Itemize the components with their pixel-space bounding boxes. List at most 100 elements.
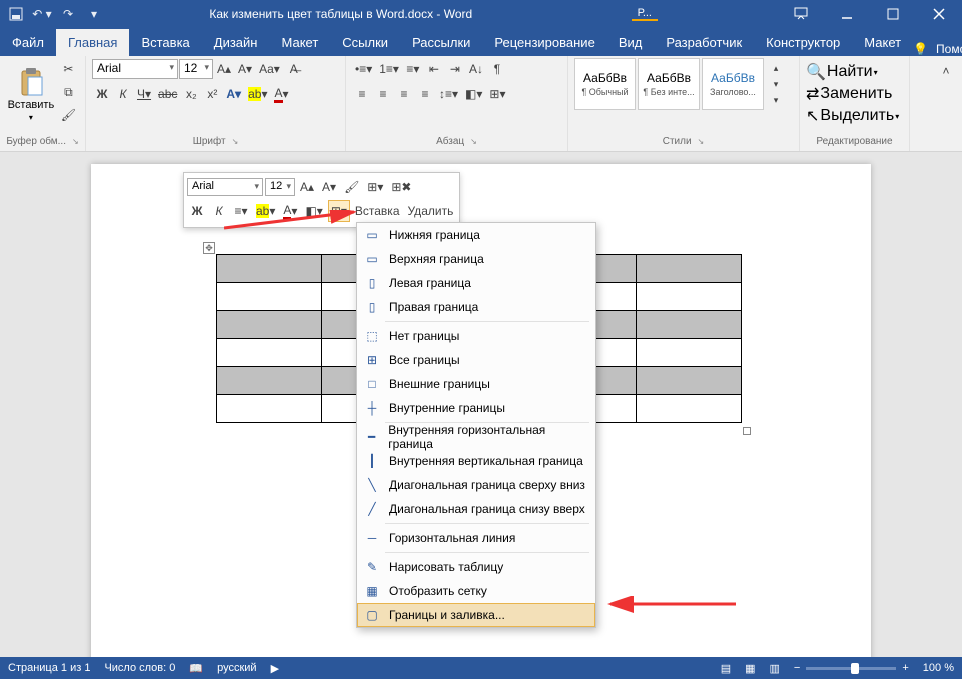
mini-grow-font-icon[interactable]: A▴ xyxy=(297,176,317,198)
show-marks-icon[interactable]: ¶ xyxy=(487,58,507,80)
close-icon[interactable] xyxy=(916,0,962,28)
tell-me-icon[interactable]: 💡 xyxy=(913,42,928,56)
highlight-icon[interactable]: ab▾ xyxy=(245,83,270,105)
view-read-icon[interactable]: ▤ xyxy=(721,662,731,675)
zoom-out-icon[interactable]: − xyxy=(794,662,800,674)
menu-inside-vertical[interactable]: ┃Внутренняя вертикальная граница xyxy=(357,449,595,473)
copy-icon[interactable]: ⧉ xyxy=(58,81,79,103)
bullets-icon[interactable]: •≡▾ xyxy=(352,58,375,80)
mini-bold[interactable]: Ж xyxy=(187,200,207,222)
tab-references[interactable]: Ссылки xyxy=(330,29,400,56)
tab-home[interactable]: Главная xyxy=(56,29,129,56)
font-launcher-icon[interactable]: ↘ xyxy=(232,137,239,146)
mini-table-delete-icon[interactable]: ⊞✖ xyxy=(388,176,414,198)
menu-top-border[interactable]: ▭Верхняя граница xyxy=(357,247,595,271)
mini-format-painter-icon[interactable]: 🖌 xyxy=(341,176,362,198)
menu-horizontal-line[interactable]: ─Горизонтальная линия xyxy=(357,526,595,550)
view-print-icon[interactable]: ▦ xyxy=(745,662,755,675)
styles-up-icon[interactable]: ▴ xyxy=(766,60,786,76)
multilevel-icon[interactable]: ≡▾ xyxy=(403,58,423,80)
view-web-icon[interactable]: ▥ xyxy=(770,662,780,675)
maximize-icon[interactable] xyxy=(870,0,916,28)
tab-table-layout[interactable]: Макет xyxy=(852,29,913,56)
tab-mailings[interactable]: Рассылки xyxy=(400,29,482,56)
macro-icon[interactable]: ▶ xyxy=(271,662,279,675)
align-right-icon[interactable]: ≡ xyxy=(394,83,414,105)
select-button[interactable]: ↖ Выделить ▾ xyxy=(806,106,903,126)
format-painter-icon[interactable]: 🖌 xyxy=(58,104,79,126)
menu-bottom-border[interactable]: ▭Нижняя граница xyxy=(357,223,595,247)
tab-developer[interactable]: Разработчик xyxy=(654,29,754,56)
numbering-icon[interactable]: 1≡▾ xyxy=(376,58,402,80)
cut-icon[interactable]: ✂ xyxy=(58,58,79,80)
sort-icon[interactable]: A↓ xyxy=(466,58,486,80)
style-heading1[interactable]: АаБбВвЗаголово... xyxy=(702,58,764,110)
increase-indent-icon[interactable]: ⇥ xyxy=(445,58,465,80)
tab-table-design[interactable]: Конструктор xyxy=(754,29,852,56)
mini-table-icon[interactable]: ⊞▾ xyxy=(364,176,386,198)
font-name-combo[interactable]: Arial xyxy=(92,59,178,79)
zoom-value[interactable]: 100 % xyxy=(923,662,954,674)
font-size-combo[interactable]: 12 xyxy=(179,59,213,79)
mini-delete-button[interactable]: Удалить xyxy=(405,200,457,222)
style-normal[interactable]: АаБбВв¶ Обычный xyxy=(574,58,636,110)
clear-format-icon[interactable]: A̶ xyxy=(284,58,304,80)
styles-more-icon[interactable]: ▾ xyxy=(766,92,786,108)
font-color-icon[interactable]: A▾ xyxy=(271,83,291,105)
shrink-font-icon[interactable]: A▾ xyxy=(235,58,255,80)
minimize-icon[interactable] xyxy=(824,0,870,28)
redo-icon[interactable]: ↷ xyxy=(56,2,80,26)
menu-all-borders[interactable]: ⊞Все границы xyxy=(357,348,595,372)
menu-diag-down[interactable]: ╲Диагональная граница сверху вниз xyxy=(357,473,595,497)
menu-left-border[interactable]: ▯Левая граница xyxy=(357,271,595,295)
clipboard-launcher-icon[interactable]: ↘ xyxy=(72,137,79,146)
zoom-slider[interactable]: − + xyxy=(794,662,909,674)
mini-size-combo[interactable]: 12 xyxy=(265,178,295,196)
menu-outside-borders[interactable]: □Внешние границы xyxy=(357,372,595,396)
menu-inside-horizontal[interactable]: ━Внутренняя горизонтальная граница xyxy=(357,425,595,449)
borders-icon[interactable]: ⊞▾ xyxy=(486,83,508,105)
tab-view[interactable]: Вид xyxy=(607,29,655,56)
italic-button[interactable]: К xyxy=(113,83,133,105)
shading-icon[interactable]: ◧▾ xyxy=(462,83,485,105)
tab-layout[interactable]: Макет xyxy=(269,29,330,56)
status-language[interactable]: русский xyxy=(217,662,256,674)
mini-shrink-font-icon[interactable]: A▾ xyxy=(319,176,339,198)
find-button[interactable]: 🔍 Найти ▾ xyxy=(806,62,903,82)
grow-font-icon[interactable]: A▴ xyxy=(214,58,234,80)
menu-right-border[interactable]: ▯Правая граница xyxy=(357,295,595,319)
line-spacing-icon[interactable]: ↕≡▾ xyxy=(436,83,461,105)
justify-icon[interactable]: ≡ xyxy=(415,83,435,105)
save-icon[interactable] xyxy=(4,2,28,26)
align-center-icon[interactable]: ≡ xyxy=(373,83,393,105)
menu-inside-borders[interactable]: ┼Внутренние границы xyxy=(357,396,595,420)
styles-down-icon[interactable]: ▾ xyxy=(766,76,786,92)
paragraph-launcher-icon[interactable]: ↘ xyxy=(470,137,477,146)
tab-file[interactable]: Файл xyxy=(0,29,56,56)
text-effects-icon[interactable]: A▾ xyxy=(223,83,244,105)
bold-button[interactable]: Ж xyxy=(92,83,112,105)
tab-review[interactable]: Рецензирование xyxy=(482,29,606,56)
status-page[interactable]: Страница 1 из 1 xyxy=(8,662,90,674)
menu-diag-up[interactable]: ╱Диагональная граница снизу вверх xyxy=(357,497,595,521)
subscript-button[interactable]: x₂ xyxy=(181,83,201,105)
table-resize-handle-icon[interactable] xyxy=(743,427,751,435)
spellcheck-icon[interactable]: 📖 xyxy=(189,662,203,675)
superscript-button[interactable]: x² xyxy=(202,83,222,105)
menu-borders-shading-dialog[interactable]: ▢Границы и заливка... xyxy=(357,603,595,627)
ribbon-collapse-icon[interactable] xyxy=(778,0,824,28)
collapse-ribbon-icon[interactable]: ˄ xyxy=(936,60,956,82)
status-words[interactable]: Число слов: 0 xyxy=(104,662,175,674)
qa-customize-icon[interactable]: ▾ xyxy=(82,2,106,26)
replace-button[interactable]: ⇄ Заменить xyxy=(806,84,903,104)
undo-icon[interactable]: ↶ ▾ xyxy=(30,2,54,26)
decrease-indent-icon[interactable]: ⇤ xyxy=(424,58,444,80)
change-case-icon[interactable]: Aa▾ xyxy=(256,58,283,80)
zoom-in-icon[interactable]: + xyxy=(902,662,908,674)
tab-insert[interactable]: Вставка xyxy=(129,29,201,56)
mini-font-combo[interactable]: Arial xyxy=(187,178,263,196)
styles-launcher-icon[interactable]: ↘ xyxy=(698,137,705,146)
menu-view-gridlines[interactable]: ▦Отобразить сетку xyxy=(357,579,595,603)
tell-me-text[interactable]: Помощ... xyxy=(936,42,962,56)
tab-design[interactable]: Дизайн xyxy=(202,29,270,56)
